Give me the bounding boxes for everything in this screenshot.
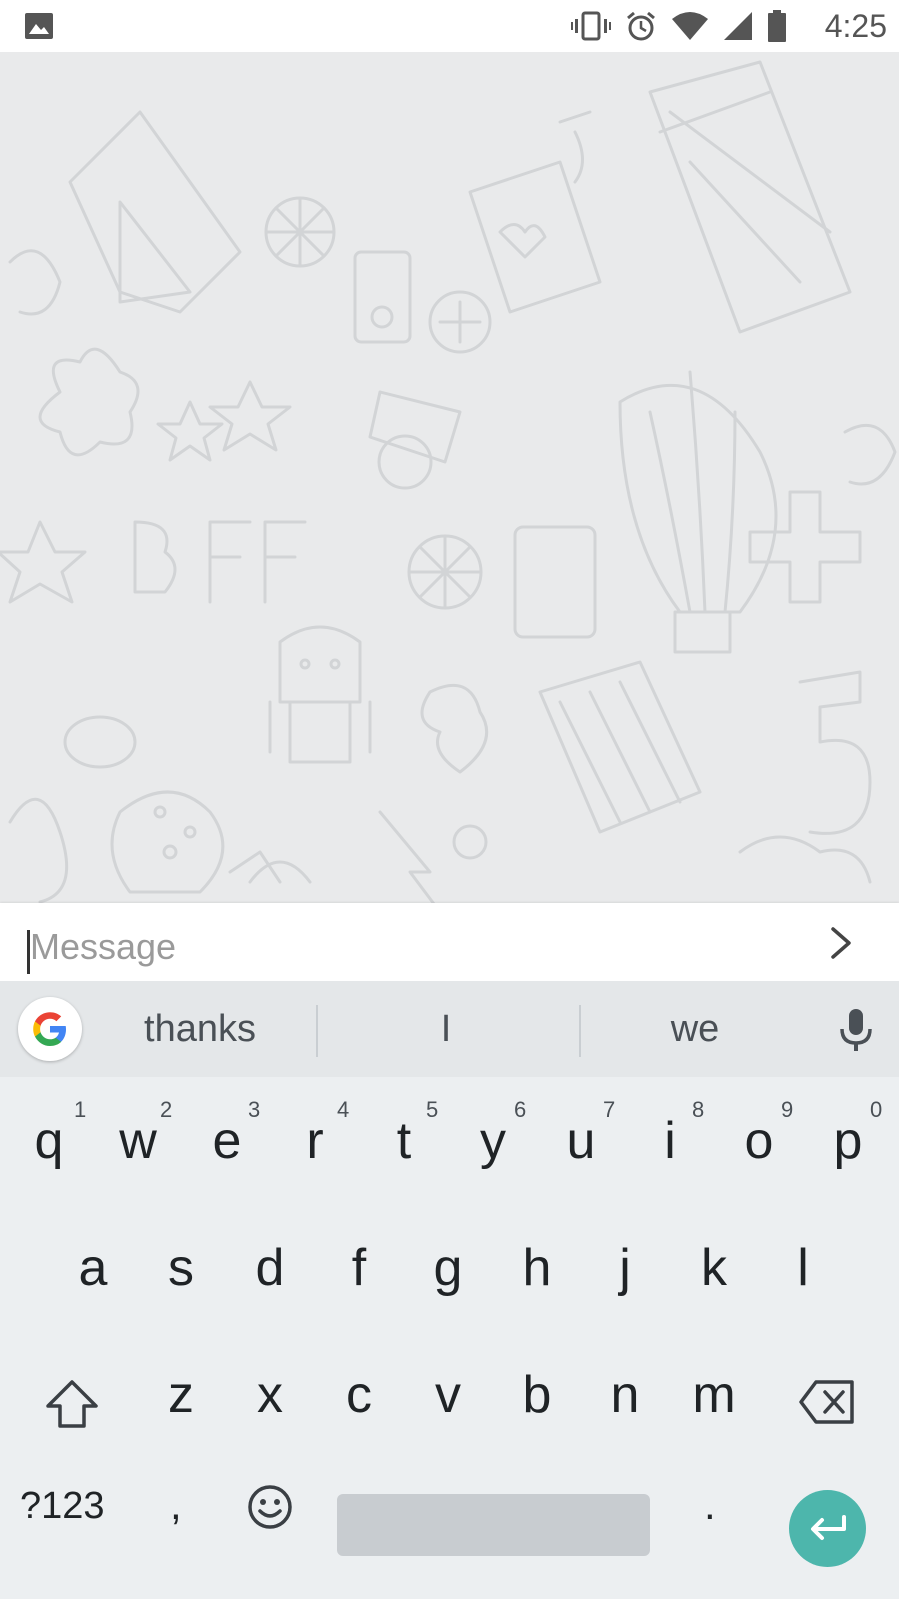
microphone-icon[interactable] (836, 1007, 876, 1053)
key-hint: 9 (781, 1097, 794, 1122)
suggestion-3[interactable]: we (620, 1005, 770, 1053)
key-z[interactable]: z (146, 1365, 216, 1425)
status-icons (571, 10, 787, 42)
suggestion-divider (316, 1005, 318, 1057)
key-m[interactable]: m (679, 1365, 749, 1425)
key-l[interactable]: l (768, 1238, 838, 1298)
shift-icon[interactable] (44, 1378, 100, 1430)
key-a[interactable]: a (58, 1238, 128, 1298)
key-g[interactable]: g (413, 1238, 483, 1298)
vibrate-icon (571, 11, 611, 41)
key-hint: 6 (514, 1097, 527, 1122)
suggestion-1[interactable]: thanks (110, 1005, 290, 1053)
google-logo-icon (33, 1012, 66, 1046)
key-hint: 1 (74, 1097, 87, 1122)
key-hint: 7 (603, 1097, 616, 1122)
key-s[interactable]: s (146, 1238, 216, 1298)
battery-icon (768, 10, 786, 42)
status-time: 4:25 (824, 8, 887, 44)
key-hint: 5 (426, 1097, 439, 1122)
key-h[interactable]: h (502, 1238, 572, 1298)
enter-key[interactable] (789, 1490, 866, 1567)
doodle-pattern (0, 60, 897, 903)
suggestion-strip: thanks I we (0, 981, 899, 1077)
key-j[interactable]: j (590, 1238, 660, 1298)
key-hint: 4 (337, 1097, 350, 1122)
period-key[interactable]: . (704, 1481, 716, 1529)
key-c[interactable]: c (324, 1365, 394, 1425)
key-f[interactable]: f (324, 1238, 394, 1298)
key-b[interactable]: b (502, 1365, 572, 1425)
soft-keyboard: thanks I we q 1 w 2 e 3 r 4 t 5 y 6 u 7 … (0, 981, 899, 1599)
key-v[interactable]: v (413, 1365, 483, 1425)
key-x[interactable]: x (235, 1365, 305, 1425)
key-hint: 0 (870, 1097, 883, 1122)
space-bar[interactable] (337, 1494, 650, 1556)
key-hint: 2 (160, 1097, 173, 1122)
cell-signal-icon (724, 12, 752, 40)
suggestion-divider (579, 1005, 581, 1057)
key-n[interactable]: n (590, 1365, 660, 1425)
wifi-icon (672, 12, 708, 40)
key-hint: 8 (692, 1097, 705, 1122)
key-hint: 3 (248, 1097, 261, 1122)
emoji-icon[interactable] (246, 1483, 294, 1531)
symbols-key[interactable]: ?123 (20, 1485, 105, 1528)
key-d[interactable]: d (235, 1238, 305, 1298)
suggestion-2[interactable]: I (366, 1005, 526, 1053)
key-k[interactable]: k (679, 1238, 749, 1298)
gallery-icon (25, 13, 53, 39)
enter-arrow-icon (810, 1514, 846, 1540)
message-input[interactable] (30, 919, 810, 975)
alarm-icon (627, 11, 655, 41)
backspace-icon[interactable] (798, 1379, 856, 1425)
google-g-icon[interactable] (18, 997, 82, 1061)
chat-wallpaper (0, 52, 899, 903)
status-bar: 4:25 (0, 0, 899, 52)
chevron-right-icon[interactable] (823, 921, 859, 965)
comma-key[interactable]: , (170, 1481, 182, 1529)
message-composer (0, 903, 899, 981)
